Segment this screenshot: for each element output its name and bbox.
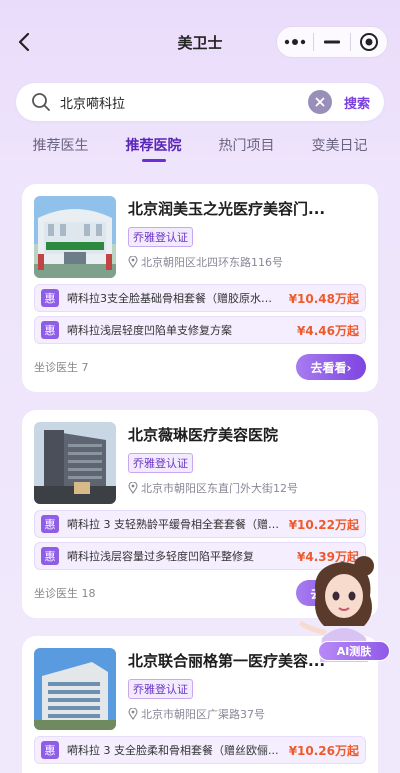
search-input[interactable]: 北京嗬科拉: [60, 93, 308, 112]
more-button[interactable]: [277, 27, 313, 57]
hospital-photo: [34, 422, 116, 504]
hospital-address: 北京市朝阳区东直门外大街12号: [128, 480, 366, 496]
tab-recommended-hospitals[interactable]: 推荐医院: [114, 135, 194, 165]
project-item[interactable]: 惠 嗬科拉浅层轻度凹陷单支修复方案 ¥4.46万起: [34, 316, 366, 344]
location-pin-icon: [128, 256, 138, 268]
project-name: 嗬科拉 3 支全脸柔和骨相套餐（赠丝欧俪...: [67, 744, 279, 757]
close-icon: [315, 97, 325, 107]
search-bar: 北京嗬科拉 搜索: [16, 83, 384, 121]
discount-badge: 惠: [41, 321, 59, 339]
app-root: 美卫士 北京嗬科拉 搜索 推荐医生 推荐医院 热门项目 变美日记 北京润美玉之光…: [0, 0, 400, 773]
discount-badge: 惠: [41, 515, 59, 533]
view-hospital-button[interactable]: 去看看›: [296, 354, 366, 380]
project-item[interactable]: 惠 嗬科拉3支全脸基础骨相套餐（赠胶原水光1... ¥10.48万起: [34, 284, 366, 312]
project-name: 嗬科拉浅层容量过多轻度凹陷平整修复: [67, 550, 254, 563]
minimize-button[interactable]: [314, 27, 350, 57]
project-price: ¥4.46万起: [297, 323, 359, 338]
address-text: 北京市朝阳区广渠路37号: [141, 708, 265, 721]
clear-search-button[interactable]: [307, 90, 332, 114]
mini-program-capsule: [276, 26, 388, 58]
target-circle-icon: [360, 33, 378, 51]
tab-hot-projects[interactable]: 热门项目: [207, 135, 287, 165]
project-item[interactable]: 惠 嗬科拉 3 支全脸柔和骨相套餐（赠丝欧俪... ¥10.26万起: [34, 736, 366, 764]
search-icon: [30, 91, 52, 113]
hospital-name: 北京润美玉之光医疗美容门...: [128, 200, 326, 218]
certification-badge: 乔雅登认证: [128, 227, 193, 247]
hospital-photo: [34, 648, 116, 730]
project-list: 惠 嗬科拉3支全脸基础骨相套餐（赠胶原水光1... ¥10.48万起 惠 嗬科拉…: [34, 284, 366, 344]
doctor-count: 坐诊医生 18: [34, 587, 96, 600]
category-tabs: 推荐医生 推荐医院 热门项目 变美日记: [0, 135, 400, 165]
project-list: 惠 嗬科拉 3 支全脸柔和骨相套餐（赠丝欧俪... ¥10.26万起: [34, 736, 366, 764]
hospital-address: 北京朝阳区北四环东路116号: [128, 254, 366, 270]
hospital-address: 北京市朝阳区广渠路37号: [128, 706, 366, 722]
certification-badge: 乔雅登认证: [128, 679, 193, 699]
project-price: ¥10.48万起: [288, 291, 359, 306]
close-mini-program-button[interactable]: [351, 27, 387, 57]
discount-badge: 惠: [41, 741, 59, 759]
project-price: ¥10.22万起: [288, 517, 359, 532]
discount-badge: 惠: [41, 547, 59, 565]
doctor-count: 坐诊医生 7: [34, 361, 89, 374]
hospital-photo: [34, 196, 116, 278]
more-dots-icon: [284, 39, 306, 45]
location-pin-icon: [128, 708, 138, 720]
search-button[interactable]: 搜索: [344, 93, 370, 112]
hospital-name: 北京薇琳医疗美容医院: [128, 426, 279, 444]
address-text: 北京朝阳区北四环东路116号: [141, 256, 283, 269]
project-item[interactable]: 惠 嗬科拉 3 支轻熟龄平缓骨相全套套餐（赠颈... ¥10.22万起: [34, 510, 366, 538]
location-pin-icon: [128, 482, 138, 494]
project-name: 嗬科拉 3 支轻熟龄平缓骨相全套套餐（赠颈...: [67, 518, 283, 531]
hospital-card[interactable]: 北京润美玉之光医疗美容门... 乔雅登认证 北京朝阳区北四环东路116号 惠 嗬…: [22, 184, 378, 392]
minus-icon: [324, 40, 340, 44]
discount-badge: 惠: [41, 289, 59, 307]
tab-recommended-doctors[interactable]: 推荐医生: [21, 135, 101, 165]
address-text: 北京市朝阳区东直门外大街12号: [141, 482, 298, 495]
ai-skin-test-button[interactable]: AI测肤: [318, 641, 390, 661]
project-name: 嗬科拉3支全脸基础骨相套餐（赠胶原水光1...: [67, 292, 283, 305]
nav-bar: 美卫士: [0, 22, 400, 62]
project-name: 嗬科拉浅层轻度凹陷单支修复方案: [67, 324, 232, 337]
certification-badge: 乔雅登认证: [128, 453, 193, 473]
project-price: ¥10.26万起: [288, 743, 359, 758]
tab-beauty-diary[interactable]: 变美日记: [300, 135, 380, 165]
